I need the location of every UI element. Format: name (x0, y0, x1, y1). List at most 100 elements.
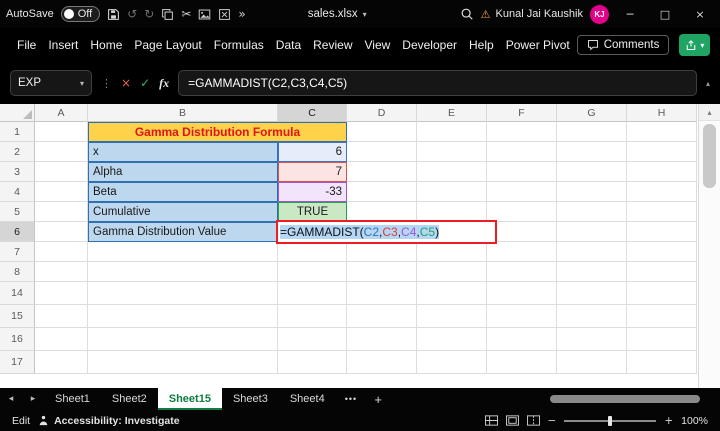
row-header-15[interactable]: 15 (0, 305, 35, 328)
menu-item-review[interactable]: Review (308, 33, 357, 57)
close-button[interactable]: × (686, 8, 714, 21)
cell[interactable] (417, 351, 487, 374)
menu-item-help[interactable]: Help (464, 33, 499, 57)
cell[interactable] (487, 242, 557, 262)
scroll-up-icon[interactable]: ▴ (699, 104, 720, 121)
maximize-button[interactable]: □ (651, 8, 679, 21)
menu-item-formulas[interactable]: Formulas (209, 33, 269, 57)
filename-menu[interactable]: sales.xlsx ▾ (308, 8, 367, 20)
cell[interactable] (278, 351, 347, 374)
formula-bar-handle[interactable]: ⋮ (101, 77, 112, 90)
column-header-f[interactable]: F (487, 104, 557, 122)
cell[interactable] (487, 162, 557, 182)
accessibility-checker[interactable]: Accessibility: Investigate (38, 415, 180, 427)
cell-c2[interactable]: 6 (278, 142, 347, 162)
cell[interactable] (35, 351, 88, 374)
cell[interactable] (88, 351, 278, 374)
cell[interactable] (627, 305, 697, 328)
column-header-d[interactable]: D (347, 104, 417, 122)
cell[interactable] (347, 202, 417, 222)
cell[interactable] (417, 262, 487, 282)
column-header-g[interactable]: G (557, 104, 627, 122)
cell-b6[interactable]: Gamma Distribution Value (88, 222, 278, 242)
cell[interactable] (627, 222, 697, 242)
cell[interactable] (278, 305, 347, 328)
cell[interactable] (557, 351, 627, 374)
cell[interactable] (278, 282, 347, 305)
sheet-tab-sheet3[interactable]: Sheet3 (222, 388, 279, 410)
zoom-slider-thumb[interactable] (607, 415, 612, 426)
cell[interactable] (417, 282, 487, 305)
page-break-view-icon[interactable] (526, 415, 540, 426)
cell[interactable] (627, 262, 697, 282)
column-header-c[interactable]: C (278, 104, 347, 122)
formula-input[interactable]: =GAMMADIST(C2,C3,C4,C5) (178, 70, 697, 96)
row-header-5[interactable]: 5 (0, 202, 35, 222)
row-header-3[interactable]: 3 (0, 162, 35, 182)
cell[interactable] (557, 305, 627, 328)
cell-b2[interactable]: x (88, 142, 278, 162)
menu-item-data[interactable]: Data (271, 33, 306, 57)
menu-item-insert[interactable]: Insert (43, 33, 83, 57)
cell[interactable] (88, 262, 278, 282)
cell[interactable] (627, 202, 697, 222)
cell[interactable] (347, 282, 417, 305)
cell[interactable] (35, 142, 88, 162)
cell[interactable] (347, 351, 417, 374)
cell[interactable] (557, 182, 627, 202)
cell[interactable] (487, 122, 557, 142)
cell[interactable] (627, 242, 697, 262)
cell[interactable] (487, 222, 557, 242)
image-icon[interactable] (198, 8, 211, 21)
sheet-tab-sheet2[interactable]: Sheet2 (101, 388, 158, 410)
normal-view-icon[interactable] (484, 415, 498, 426)
cell-c4[interactable]: -33 (278, 182, 347, 202)
cell-editor[interactable]: =GAMMADIST(C2, C3, C4, C5) (276, 220, 497, 244)
cell[interactable] (35, 328, 88, 351)
cell-b3[interactable]: Alpha (88, 162, 278, 182)
cell[interactable] (35, 262, 88, 282)
cell[interactable] (627, 351, 697, 374)
cell[interactable] (35, 122, 88, 142)
menu-item-power-pivot[interactable]: Power Pivot (501, 33, 575, 57)
save-icon[interactable] (107, 8, 120, 21)
cell[interactable] (417, 242, 487, 262)
row-header-16[interactable]: 16 (0, 328, 35, 351)
share-button[interactable]: ▾ (679, 34, 711, 56)
row-header-6[interactable]: 6 (0, 222, 35, 242)
cell[interactable] (347, 142, 417, 162)
zoom-slider[interactable] (564, 415, 657, 426)
row-header-17[interactable]: 17 (0, 351, 35, 374)
cell[interactable] (347, 262, 417, 282)
tab-nav-left-icon[interactable]: ◂ (0, 388, 22, 410)
cell[interactable] (627, 142, 697, 162)
cell[interactable] (278, 328, 347, 351)
row-header-7[interactable]: 7 (0, 242, 35, 262)
select-all-button[interactable] (0, 104, 35, 122)
cell[interactable] (347, 182, 417, 202)
cell[interactable] (487, 182, 557, 202)
sheet-tab-sheet15[interactable]: Sheet15 (157, 388, 222, 410)
zoom-level[interactable]: 100% (681, 415, 708, 427)
zoom-out-button[interactable]: − (548, 415, 557, 427)
row-header-8[interactable]: 8 (0, 262, 35, 282)
zoom-in-button[interactable]: + (664, 415, 673, 427)
cell[interactable] (347, 328, 417, 351)
cell[interactable] (417, 122, 487, 142)
cell[interactable] (487, 142, 557, 162)
cell[interactable] (557, 202, 627, 222)
cell[interactable] (627, 122, 697, 142)
cell[interactable] (35, 162, 88, 182)
cell[interactable] (347, 242, 417, 262)
cell-title[interactable]: Gamma Distribution Formula (88, 122, 347, 142)
search-icon[interactable] (460, 7, 474, 21)
cell-b4[interactable]: Beta (88, 182, 278, 202)
cell[interactable] (347, 162, 417, 182)
menu-item-file[interactable]: File (12, 33, 41, 57)
cell[interactable] (35, 282, 88, 305)
cell[interactable] (557, 222, 627, 242)
app-launcher-icon[interactable] (218, 8, 231, 21)
column-header-h[interactable]: H (627, 104, 697, 122)
avatar[interactable]: KJ (590, 4, 609, 24)
cell[interactable] (487, 328, 557, 351)
